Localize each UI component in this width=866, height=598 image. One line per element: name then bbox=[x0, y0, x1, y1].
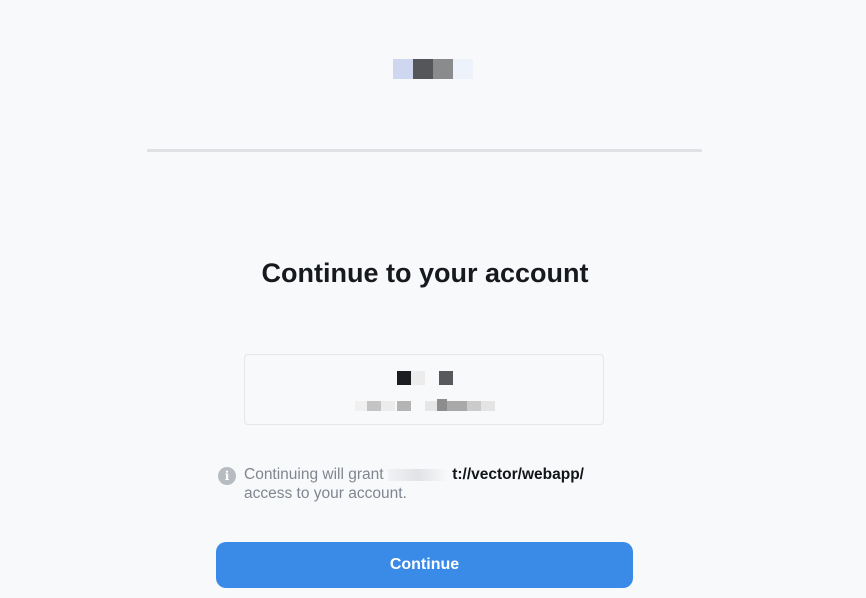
brand-logo bbox=[393, 59, 473, 79]
permission-text: Continuing will grant t://vector/webapp/… bbox=[244, 465, 624, 503]
permission-prefix: Continuing will grant bbox=[244, 466, 384, 483]
permission-suffix: access to your account. bbox=[244, 485, 407, 502]
header-divider bbox=[147, 149, 702, 152]
redacted-app-prefix bbox=[387, 468, 448, 481]
logo-block bbox=[393, 59, 413, 79]
logo-block bbox=[453, 59, 473, 79]
account-avatar bbox=[397, 371, 457, 387]
continue-button[interactable]: Continue bbox=[216, 542, 633, 588]
account-card[interactable] bbox=[244, 354, 604, 425]
account-email bbox=[355, 399, 505, 413]
permission-notice: i Continuing will grant t://vector/webap… bbox=[218, 465, 638, 505]
app-name: t://vector/webapp/ bbox=[452, 466, 584, 483]
logo-block bbox=[433, 59, 453, 79]
logo-block bbox=[413, 59, 433, 79]
info-icon: i bbox=[218, 467, 236, 485]
page-title: Continue to your account bbox=[261, 258, 589, 288]
